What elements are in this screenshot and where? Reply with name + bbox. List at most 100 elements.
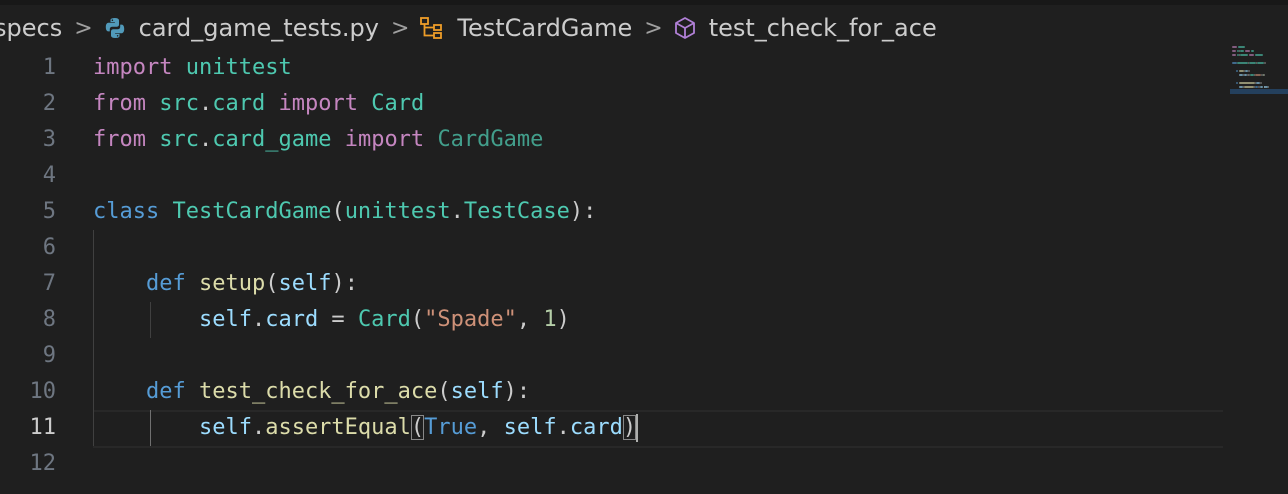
code-token: (: [437, 379, 451, 404]
code-token: TestCardGame: [172, 199, 332, 224]
minimap-segment: [1255, 54, 1263, 56]
code-token: import: [344, 127, 425, 152]
code-line[interactable]: self.assertEqual(True, self.card): [93, 410, 639, 446]
code-token: Card: [357, 307, 411, 332]
code-token: card: [212, 91, 266, 116]
code-token: "Spade": [424, 307, 517, 332]
code-line[interactable]: self.card = Card("Spade", 1): [93, 302, 570, 338]
symbol-method-icon: [673, 16, 697, 40]
line-number: 9: [42, 343, 56, 368]
minimap-slider[interactable]: [1230, 89, 1288, 94]
minimap-segment: [1232, 62, 1237, 64]
code-token: class: [93, 199, 160, 224]
code-token: TestCase: [463, 199, 570, 224]
code-token: import: [278, 91, 358, 116]
code-token: self: [278, 271, 332, 296]
minimap-segment: [1240, 50, 1244, 52]
breadcrumb-separator: >: [644, 15, 663, 41]
matched-bracket: ): [622, 415, 637, 440]
code-token: self: [198, 307, 252, 332]
code-editor[interactable]: 1 2 3 4 5 6 7 8 9 10 11 12 import unittest from src.…: [0, 50, 1288, 494]
code-line[interactable]: class TestCardGame(unittest.TestCase):: [93, 194, 596, 230]
minimap-segment: [1264, 62, 1267, 64]
line-number: 11: [29, 415, 57, 440]
code-token: src: [159, 91, 199, 116]
code-line[interactable]: import unittest: [93, 50, 292, 86]
breadcrumb-folder[interactable]: specs: [0, 14, 62, 42]
code-token: from: [93, 127, 146, 152]
code-token: ,: [516, 307, 544, 332]
breadcrumb-separator: >: [390, 15, 410, 41]
breadcrumb-folder-label: specs: [0, 14, 63, 42]
symbol-class-icon: [419, 16, 445, 40]
minimap-segment: [1244, 50, 1250, 52]
line-number: 12: [29, 451, 57, 476]
code-token: self: [450, 379, 504, 404]
minimap-segment: [1232, 46, 1238, 48]
code-token: ,: [477, 415, 504, 440]
code-token: card: [265, 307, 319, 332]
minimap-segment: [1268, 86, 1269, 88]
minimap-segment: [1254, 74, 1261, 76]
minimap-segment: [1235, 82, 1239, 84]
code-token: src: [159, 127, 199, 152]
code-token: CardGame: [437, 127, 544, 152]
code-line[interactable]: from src.card_game import CardGame: [93, 122, 543, 158]
python-icon: [103, 16, 127, 40]
minimap-segment: [1235, 70, 1239, 72]
code-token: ): [556, 307, 570, 332]
code-line[interactable]: def setup(self):: [93, 266, 358, 302]
line-number: 3: [42, 127, 56, 152]
line-number: 10: [29, 379, 57, 404]
line-number: 6: [42, 235, 56, 260]
line-number: 2: [42, 91, 56, 116]
matched-bracket: (: [410, 415, 425, 440]
code-token: ):: [569, 199, 597, 224]
breadcrumb-method-label: test_check_for_ace: [708, 14, 937, 42]
code-token: unittest: [185, 55, 292, 80]
code-token: card_game: [212, 127, 332, 152]
code-token: def: [145, 271, 186, 296]
code-token: (: [331, 199, 345, 224]
code-token: assertEqual: [265, 415, 411, 440]
breadcrumb-class[interactable]: TestCardGame: [419, 14, 632, 42]
code-token: import: [93, 55, 173, 80]
code-token: .: [198, 91, 213, 116]
code-token: .: [556, 415, 570, 440]
code-token: .: [198, 127, 213, 152]
minimap-segment: [1249, 62, 1257, 64]
breadcrumb-file[interactable]: card_game_tests.py: [103, 14, 379, 42]
line-number: 5: [42, 199, 56, 224]
breadcrumb-file-label: card_game_tests.py: [138, 14, 379, 42]
code-line[interactable]: def test_check_for_ace(self):: [93, 374, 530, 410]
code-token: Card: [371, 91, 425, 116]
code-token: .: [251, 415, 266, 440]
code-token: =: [318, 307, 358, 332]
minimap-segment: [1240, 54, 1249, 56]
code-token: self: [198, 415, 252, 440]
minimap-segment: [1259, 82, 1262, 84]
text-cursor: [636, 414, 639, 442]
minimap-segment: [1238, 46, 1246, 48]
minimap-segment: [1250, 50, 1255, 52]
code-token: .: [251, 307, 266, 332]
code-token: ):: [331, 271, 358, 296]
breadcrumb-method[interactable]: test_check_for_ace: [673, 14, 937, 42]
minimap-segment: [1249, 54, 1255, 56]
breadcrumb-separator: >: [74, 15, 93, 41]
minimap[interactable]: [1230, 46, 1288, 106]
minimap-segment: [1248, 70, 1250, 72]
code-token: setup: [198, 271, 266, 296]
code-line[interactable]: from src.card import Card: [93, 86, 424, 122]
code-token: 1: [543, 307, 557, 332]
minimap-segment: [1232, 50, 1236, 52]
